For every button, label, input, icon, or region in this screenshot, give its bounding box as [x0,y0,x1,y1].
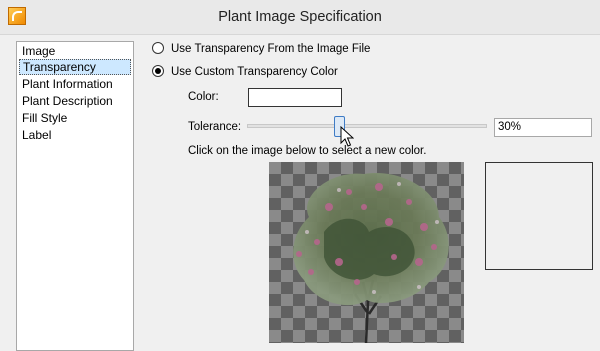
color-label: Color: [188,91,219,103]
radio-button[interactable] [152,42,164,54]
instruction-text: Click on the image below to select a new… [188,145,427,157]
tolerance-label: Tolerance: [188,121,242,133]
plant-tree-image [293,173,449,343]
list-item-plant-information[interactable]: Plant Information [19,76,131,92]
window-title: Plant Image Specification [218,9,382,25]
radio-label: Use Custom Transparency Color [171,66,338,78]
list-item-label[interactable]: Label [19,127,131,143]
radio-label: Use Transparency From the Image File [171,43,371,55]
list-item-transparency[interactable]: Transparency [19,59,131,75]
color-preview-box [485,162,593,270]
tolerance-slider-track[interactable] [247,124,487,128]
plant-image-canvas[interactable] [269,162,464,343]
list-item-image[interactable]: Image [19,43,131,59]
list-item-fill-style[interactable]: Fill Style [19,110,131,126]
category-list[interactable]: Image Transparency Plant Information Pla… [16,41,134,351]
tolerance-percent-field[interactable]: 30% [494,118,592,137]
radio-button-checked[interactable] [152,65,164,77]
title-bar: Plant Image Specification [0,0,600,35]
list-item-plant-description[interactable]: Plant Description [19,93,131,109]
color-swatch-button[interactable] [248,88,342,107]
